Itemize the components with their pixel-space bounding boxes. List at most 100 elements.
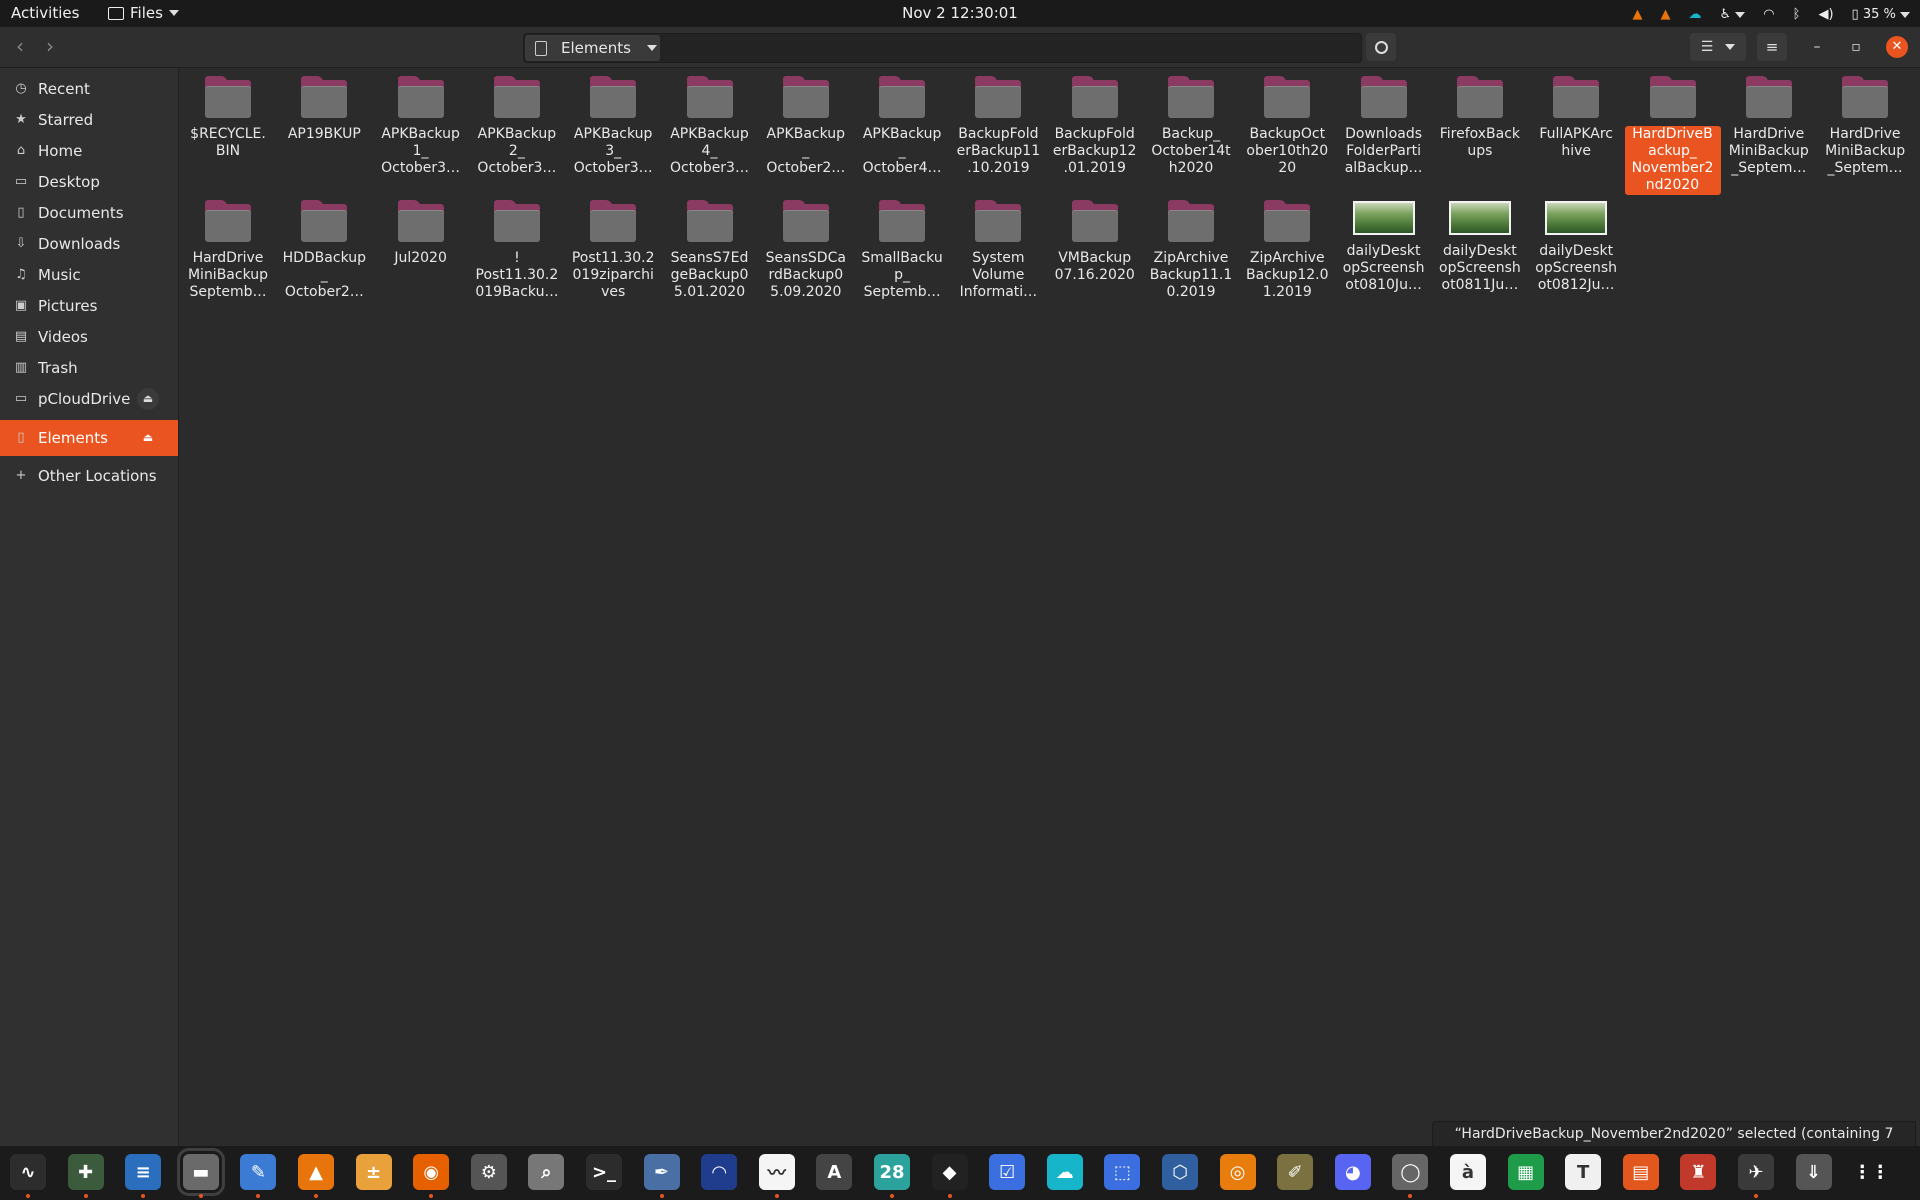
folder-item[interactable]: SmallBacku p_ Septemb… (854, 192, 950, 301)
folder-item[interactable]: SeansSDCa rdBackup0 5.09.2020 (758, 192, 854, 301)
folder-item[interactable]: APKBackup _ October2… (758, 68, 854, 177)
folder-item[interactable]: BackupFold erBackup11 .10.2019 (950, 68, 1046, 177)
image-file-item[interactable]: dailyDeskt opScreensh ot0810Ju… (1336, 192, 1432, 294)
sidebar-item-other-locations[interactable]: + Other Locations (0, 458, 178, 494)
tasks-icon[interactable]: ☑ (989, 1154, 1026, 1190)
folder-item[interactable]: APKBackup _ October4… (854, 68, 950, 177)
volume-icon[interactable]: ◀) (1818, 7, 1833, 22)
folder-item[interactable]: ZipArchive Backup11.1 0.2019 (1143, 192, 1239, 301)
clock[interactable]: Nov 2 12:30:01 (902, 4, 1018, 22)
view-options-button[interactable]: ☰ (1690, 33, 1746, 61)
calendar-icon[interactable]: 28 (874, 1154, 910, 1190)
folder-item[interactable]: Jul2020 (373, 192, 469, 267)
eject-icon[interactable]: ⏏ (137, 427, 159, 449)
folder-item[interactable]: Downloads FolderParti alBackup… (1336, 68, 1432, 177)
folder-icon (879, 200, 926, 242)
folder-item[interactable]: APKBackup 1_ October3… (373, 68, 469, 177)
folder-item[interactable]: FirefoxBack ups (1432, 68, 1528, 160)
back-button[interactable]: ‹ (7, 34, 33, 60)
folder-item[interactable]: APKBackup 3_ October3… (565, 68, 661, 177)
audio-icon[interactable]: ◠ (701, 1154, 738, 1190)
inkscape-icon[interactable]: ◆ (931, 1154, 968, 1190)
software-center-icon[interactable]: A (816, 1154, 853, 1190)
star-icon: ★ (15, 112, 27, 127)
folder-item[interactable]: Post11.30.2 019ziparchi ves (565, 192, 661, 301)
folder-item[interactable]: BackupFold erBackup12 .01.2019 (1047, 68, 1143, 177)
discord-icon[interactable]: ◕ (1334, 1154, 1371, 1190)
activities-button[interactable]: Activities (11, 4, 79, 22)
firefox-icon[interactable]: ◉ (413, 1154, 450, 1190)
app-menu[interactable]: Files (108, 4, 179, 22)
eject-icon[interactable]: ⏏ (137, 388, 159, 410)
folder-item[interactable]: ZipArchive Backup12.0 1.2019 (1239, 192, 1335, 301)
search-tool-icon[interactable]: ◯ (1392, 1154, 1429, 1190)
folder-item[interactable]: HardDrive MiniBackup _Septem… (1817, 68, 1913, 177)
path-bar[interactable]: Elements (523, 33, 1362, 63)
system-monitor-icon[interactable]: ∿ (10, 1154, 46, 1190)
graph-icon[interactable]: 〰 (758, 1154, 795, 1190)
image-viewer-icon[interactable]: ⌕ (528, 1154, 565, 1190)
folder-item[interactable]: HDDBackup _ October2… (276, 192, 372, 301)
presentation-icon[interactable]: ▤ (1622, 1154, 1659, 1190)
terminal-icon[interactable]: >_ (586, 1154, 622, 1190)
menu-button[interactable]: ≡ (1757, 33, 1787, 61)
show-apps-icon[interactable]: ⋮⋮ (1853, 1154, 1890, 1190)
calculator-icon[interactable]: ± (355, 1154, 392, 1190)
files-icon[interactable]: ▬ (176, 1148, 225, 1196)
folder-item[interactable]: HardDriveB ackup_ November2 nd2020 (1624, 68, 1721, 195)
folder-item[interactable]: APKBackup 2_ October3… (469, 68, 565, 177)
usb-icon[interactable]: ⇓ (1795, 1154, 1832, 1190)
image-file-item[interactable]: dailyDeskt opScreensh ot0812Ju… (1528, 192, 1624, 294)
sidebar-item-pclouddrive[interactable]: ▭ pCloudDrive ⏏ (0, 381, 178, 417)
drawing-icon[interactable]: ✒ (643, 1154, 680, 1190)
folder-item[interactable]: FullAPKArc hive (1528, 68, 1624, 160)
screenshot-icon[interactable]: ⬚ (1104, 1154, 1141, 1190)
folder-item[interactable]: HardDrive MiniBackup _Septem… (1721, 68, 1817, 177)
folder-item[interactable]: $RECYCLE. BIN (180, 68, 276, 160)
minimize-button[interactable]: – (1807, 37, 1827, 57)
maximize-button[interactable]: ▫ (1846, 37, 1866, 57)
folder-item[interactable]: System Volume Informati… (950, 192, 1046, 301)
typora-icon[interactable]: T (1565, 1154, 1602, 1190)
extension-icon[interactable]: ✚ (67, 1154, 104, 1190)
blender-icon[interactable]: ◎ (1219, 1154, 1256, 1190)
spreadsheet-icon[interactable]: ▦ (1507, 1154, 1544, 1190)
vlc-icon[interactable]: ▲ (298, 1154, 334, 1190)
sidebar-item-label: Trash (38, 359, 78, 377)
bluetooth-icon[interactable]: ᛒ (1793, 7, 1801, 22)
folder-item[interactable]: VMBackup 07.16.2020 (1047, 192, 1143, 284)
location-label: Elements (561, 39, 631, 57)
vlc-tray-icon[interactable]: ▲ (1633, 7, 1643, 22)
text-editor-icon[interactable]: ✎ (240, 1154, 277, 1190)
virtualbox-icon[interactable]: ⬡ (1162, 1154, 1198, 1190)
wifi-icon[interactable]: ◠ (1763, 7, 1774, 22)
image-file-item[interactable]: dailyDeskt opScreensh ot0811Ju… (1432, 192, 1528, 294)
search-button[interactable] (1366, 33, 1396, 61)
pcloud-icon[interactable]: ☁ (1046, 1154, 1083, 1190)
text-document-icon[interactable]: ≡ (125, 1154, 162, 1190)
sidebar-item-label: Starred (38, 111, 94, 129)
sidebar-item-elements[interactable]: ▯ Elements ⏏ (0, 420, 178, 456)
thumbnail-image (1450, 203, 1509, 233)
settings-icon[interactable]: ⚙ (470, 1154, 507, 1190)
folder-item[interactable]: Backup_ October14t h2020 (1143, 68, 1239, 177)
sidebar-item-label: Desktop (38, 173, 100, 191)
vlc-tray-icon-2[interactable]: ▲ (1661, 7, 1671, 22)
close-button[interactable]: ✕ (1886, 36, 1908, 58)
accessibility-icon[interactable]: ♿ (1720, 7, 1746, 22)
gimp-icon[interactable]: ✐ (1277, 1154, 1314, 1190)
location-button[interactable]: Elements (525, 35, 660, 61)
folder-item[interactable]: BackupOct ober10th20 20 (1239, 68, 1335, 177)
game-character-icon[interactable]: ♜ (1680, 1154, 1717, 1190)
folder-item[interactable]: AP19BKUP (276, 68, 372, 143)
game-icon[interactable]: ✈ (1738, 1154, 1774, 1190)
folder-item[interactable]: ! Post11.30.2 019Backu… (469, 192, 565, 301)
forward-button[interactable]: › (37, 34, 63, 60)
folder-item[interactable]: APKBackup 4_ October3… (662, 68, 758, 177)
battery-indicator[interactable]: ▯ 35 % (1852, 7, 1910, 22)
folder-item[interactable]: HardDrive MiniBackup Septemb… (180, 192, 276, 301)
character-map-icon[interactable]: à (1450, 1154, 1486, 1190)
pcloud-tray-icon[interactable]: ☁ (1689, 7, 1702, 22)
folder-item[interactable]: SeansS7Ed geBackup0 5.01.2020 (662, 192, 758, 301)
file-name: HardDrive MiniBackup Septemb… (187, 250, 269, 300)
